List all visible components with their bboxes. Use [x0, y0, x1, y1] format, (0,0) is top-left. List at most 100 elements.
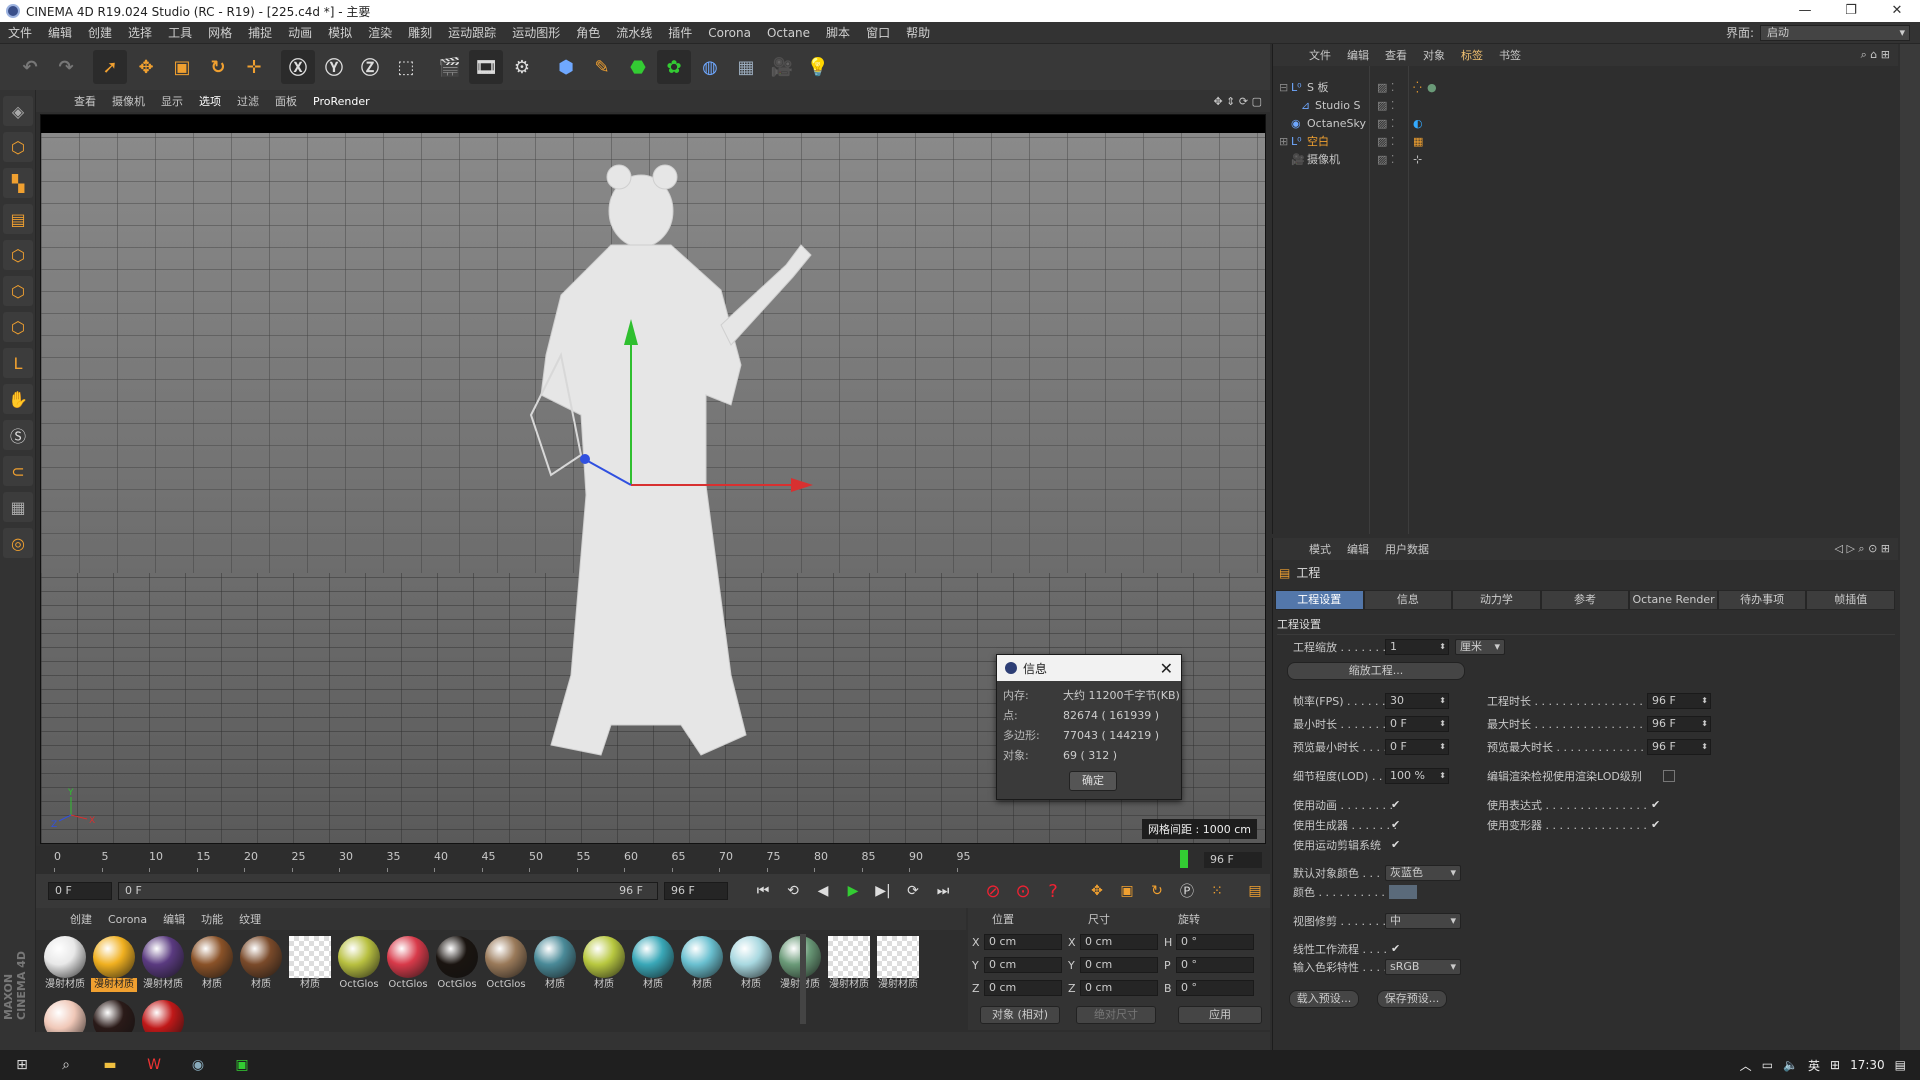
floor-icon[interactable]: ▦: [729, 50, 763, 84]
start-frame-field[interactable]: 0 F: [48, 882, 112, 900]
search-icon[interactable]: ⌕: [44, 1050, 88, 1080]
scale-tool-icon[interactable]: ▣: [165, 50, 199, 84]
menu-item[interactable]: 脚本: [818, 22, 858, 44]
menu-item[interactable]: 角色: [568, 22, 608, 44]
tab-octane-render[interactable]: Octane Render: [1629, 590, 1718, 610]
material-menu-item[interactable]: Corona: [100, 913, 155, 926]
key-rotation-icon[interactable]: ↻: [1144, 878, 1170, 904]
record-icon[interactable]: ⊘: [980, 878, 1006, 904]
viewport-menu-item[interactable]: 选项: [191, 93, 229, 109]
wps-icon[interactable]: W: [132, 1050, 176, 1080]
tag-column[interactable]: ⁛ ●: [1413, 78, 1473, 96]
linear-workflow-checkbox[interactable]: ✔: [1391, 943, 1403, 955]
rot-h-field[interactable]: 0 °: [1176, 934, 1254, 950]
coord-mode-dropdown[interactable]: 对象 (相对): [980, 1006, 1060, 1024]
model-mode-icon[interactable]: ⬡: [3, 132, 33, 162]
visibility-column[interactable]: ▨ ⁚: [1373, 96, 1403, 114]
project-scale-field[interactable]: 1: [1385, 639, 1449, 655]
right-tab-strip[interactable]: [1900, 44, 1920, 1050]
goto-end-icon[interactable]: ⏭: [930, 878, 956, 904]
notification-icon[interactable]: ▤: [1895, 1058, 1906, 1072]
light-icon[interactable]: 💡: [801, 50, 835, 84]
material-scrollbar[interactable]: [800, 934, 806, 1024]
preview-range-slider[interactable]: 0 F 96 F: [118, 882, 658, 900]
object-row[interactable]: ⊿ Studio S: [1273, 96, 1899, 114]
use-deformers-checkbox[interactable]: ✔: [1651, 819, 1663, 831]
size-y-field[interactable]: 0 cm: [1080, 957, 1158, 973]
snap-icon[interactable]: Ⓢ: [3, 420, 33, 450]
prev-frame-icon[interactable]: ◀: [810, 878, 836, 904]
object-menu-item[interactable]: 对象: [1415, 47, 1453, 63]
object-row[interactable]: ◉ OctaneSky ◐: [1273, 114, 1899, 132]
menu-item[interactable]: 模拟: [320, 22, 360, 44]
interface-select[interactable]: 启动: [1760, 24, 1910, 41]
select-tool-icon[interactable]: ➚: [93, 50, 127, 84]
windows-start-icon[interactable]: ⊞: [0, 1050, 44, 1080]
camera-icon[interactable]: 🎥: [765, 50, 799, 84]
rot-p-field[interactable]: 0 °: [1176, 957, 1254, 973]
clock[interactable]: 17:30: [1850, 1058, 1885, 1072]
menu-item[interactable]: Corona: [700, 22, 759, 44]
texture-mode-icon[interactable]: ▚: [3, 168, 33, 198]
tab-dynamics[interactable]: 动力学: [1452, 590, 1541, 610]
lod-field[interactable]: 100 %: [1385, 768, 1449, 784]
material-swatch[interactable]: 材质: [581, 936, 627, 990]
menu-item[interactable]: 运动图形: [504, 22, 568, 44]
render-view-icon[interactable]: 🎬: [433, 50, 467, 84]
visibility-column[interactable]: ▨ ⁚: [1373, 150, 1403, 168]
material-swatch[interactable]: 材质: [630, 936, 676, 990]
workplane-icon[interactable]: ▤: [3, 204, 33, 234]
material-menu-item[interactable]: 功能: [193, 911, 231, 927]
color-profile-dropdown[interactable]: sRGB: [1385, 959, 1461, 975]
octane-tag-icon[interactable]: ◐: [1413, 117, 1423, 130]
visibility-column[interactable]: ▨ ⁚: [1373, 132, 1403, 150]
menu-item[interactable]: Octane: [759, 22, 818, 44]
material-swatch[interactable]: 漫射材质: [140, 936, 186, 990]
menu-item[interactable]: 捕捉: [240, 22, 280, 44]
file-explorer-icon[interactable]: ▬: [88, 1050, 132, 1080]
unit-dropdown[interactable]: 厘米: [1455, 639, 1505, 655]
goto-start-icon[interactable]: ⏮: [750, 878, 776, 904]
menu-item[interactable]: 帮助: [898, 22, 938, 44]
apply-button[interactable]: 应用: [1178, 1006, 1262, 1024]
pen-icon[interactable]: ✎: [585, 50, 619, 84]
close-icon[interactable]: ✕: [1160, 659, 1173, 678]
end-frame-field[interactable]: 96 F: [664, 882, 728, 900]
redo-icon[interactable]: ↷: [49, 50, 83, 84]
viewport-menu-item[interactable]: 过滤: [229, 93, 267, 109]
tab-project-settings[interactable]: 工程设置: [1275, 590, 1364, 610]
material-swatch[interactable]: OctGlos: [434, 936, 480, 990]
current-frame-field[interactable]: 96 F: [1204, 852, 1262, 868]
material-menu-item[interactable]: 创建: [62, 911, 100, 927]
key-pla-icon[interactable]: ⁙: [1204, 878, 1230, 904]
tab-reference[interactable]: 参考: [1540, 590, 1630, 610]
object-row[interactable]: ⊟ L⁰ S 板: [1273, 78, 1899, 96]
pos-y-field[interactable]: 0 cm: [984, 957, 1062, 973]
tab-info[interactable]: 信息: [1363, 590, 1453, 610]
rotate-tool-icon[interactable]: ↻: [201, 50, 235, 84]
save-preset-button[interactable]: 保存预设...: [1377, 990, 1447, 1008]
material-swatch[interactable]: 材质: [238, 936, 284, 990]
default-color-dropdown[interactable]: 灰蓝色: [1385, 865, 1461, 881]
make-editable-icon[interactable]: ◈: [3, 96, 33, 126]
color-swatch[interactable]: [1389, 885, 1417, 899]
lock-workplane-icon[interactable]: ▦: [3, 492, 33, 522]
points-mode-icon[interactable]: ⬡: [3, 240, 33, 270]
menu-item[interactable]: 文件: [0, 22, 40, 44]
object-row[interactable]: ⊞ L⁰ 空白 ▦: [1273, 132, 1899, 150]
magnet-icon[interactable]: ⊂: [3, 456, 33, 486]
prev-key-icon[interactable]: ⟲: [780, 878, 806, 904]
attr-menu-item[interactable]: 编辑: [1339, 541, 1377, 557]
pos-x-field[interactable]: 0 cm: [984, 934, 1062, 950]
menu-item[interactable]: 插件: [660, 22, 700, 44]
cloner-icon[interactable]: ✿: [657, 50, 691, 84]
minimize-icon[interactable]: —: [1782, 0, 1828, 22]
material-swatch[interactable]: 漫射材质: [875, 936, 921, 990]
preview-min-field[interactable]: 0 F: [1385, 739, 1449, 755]
scale-project-button[interactable]: 缩放工程...: [1287, 662, 1465, 680]
rot-b-field[interactable]: 0 °: [1176, 980, 1254, 996]
ok-button[interactable]: 确定: [1069, 771, 1117, 791]
max-time-field[interactable]: 96 F: [1647, 716, 1711, 732]
render-picture-viewer-icon[interactable]: 🎞: [469, 50, 503, 84]
material-swatch[interactable]: 材质: [189, 936, 235, 990]
